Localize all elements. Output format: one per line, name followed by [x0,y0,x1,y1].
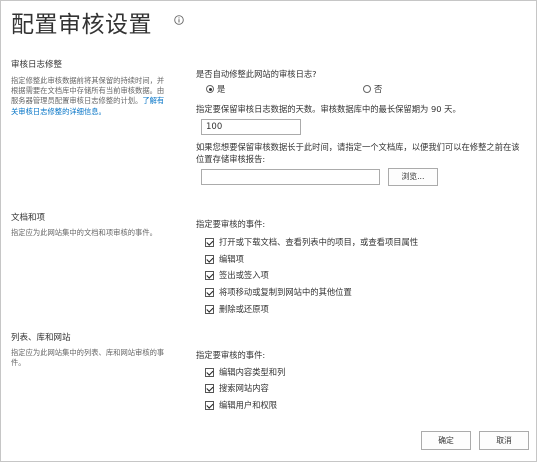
radio-no-button[interactable] [363,85,371,93]
checkbox[interactable] [205,237,214,247]
retention-days-input[interactable]: 100 [201,119,301,135]
event-label: 编辑项 [219,254,244,264]
event-label: 删除或还原项 [219,304,269,314]
retention-label: 指定要保留审核日志数据的天数。审核数据库中的最长保留期为 90 天。 [196,104,461,114]
event-edit-items[interactable]: 编辑项 [205,253,244,265]
event-delete-restore[interactable]: 删除或还原项 [205,303,269,315]
event-label: 签出或签入项 [219,270,269,280]
radio-yes-button[interactable] [206,85,214,93]
cancel-button[interactable]: 取消 [479,431,529,450]
docs-section-heading: 文档和项 [11,213,46,223]
checkbox[interactable] [205,270,214,280]
event-search-content[interactable]: 搜索网站内容 [205,382,269,394]
event-label: 搜索网站内容 [219,383,269,393]
lists-events-label: 指定要审核的事件: [196,350,266,360]
auto-trim-question: 是否自动修整此网站的审核日志? [196,69,317,79]
docs-section-description: 指定应为此网站集中的文档和项审核的事件。 [11,228,157,237]
trim-section-description: 指定修整此审核数据前将其保留的持续时间，并根据需要在文档库中存储所有当前审核数据… [11,76,169,117]
library-label: 如果您想要保留审核数据长于此时间，请指定一个文档库，以便我们可以在修整之前在该位… [196,142,520,164]
event-label: 打开或下载文档、查看列表中的项目，或查看项目属性 [219,237,419,247]
event-open-download[interactable]: 打开或下载文档、查看列表中的项目，或查看项目属性 [205,236,418,248]
checkbox[interactable] [205,383,214,393]
radio-yes-label: 是 [217,84,226,94]
info-icon[interactable] [174,15,184,25]
radio-no-label: 否 [374,84,383,94]
trim-section-heading: 审核日志修整 [11,60,63,70]
radio-no[interactable]: 否 [363,83,382,95]
lists-section-heading: 列表、库和网站 [11,333,71,343]
radio-yes[interactable]: 是 [206,83,225,95]
checkbox[interactable] [205,367,214,377]
checkbox[interactable] [205,254,214,264]
event-edit-content-types[interactable]: 编辑内容类型和列 [205,366,285,378]
event-edit-users-permissions[interactable]: 编辑用户和权限 [205,399,277,411]
event-label: 编辑内容类型和列 [219,367,286,377]
checkbox[interactable] [205,304,214,314]
checkbox[interactable] [205,400,214,410]
library-location-input[interactable] [201,169,380,185]
browse-button[interactable]: 浏览... [388,168,438,186]
checkbox[interactable] [205,287,214,297]
event-checkout-checkin[interactable]: 签出或签入项 [205,269,269,281]
page-title: 配置审核设置 [11,12,152,38]
docs-events-label: 指定要审核的事件: [196,219,266,229]
ok-button[interactable]: 确定 [421,431,471,450]
event-label: 将项移动或复制到网站中的其他位置 [219,287,352,297]
event-label: 编辑用户和权限 [219,400,278,410]
lists-section-description: 指定应为此网站集中的列表、库和网站审核的事件。 [11,348,165,368]
event-move-copy[interactable]: 将项移动或复制到网站中的其他位置 [205,286,352,298]
